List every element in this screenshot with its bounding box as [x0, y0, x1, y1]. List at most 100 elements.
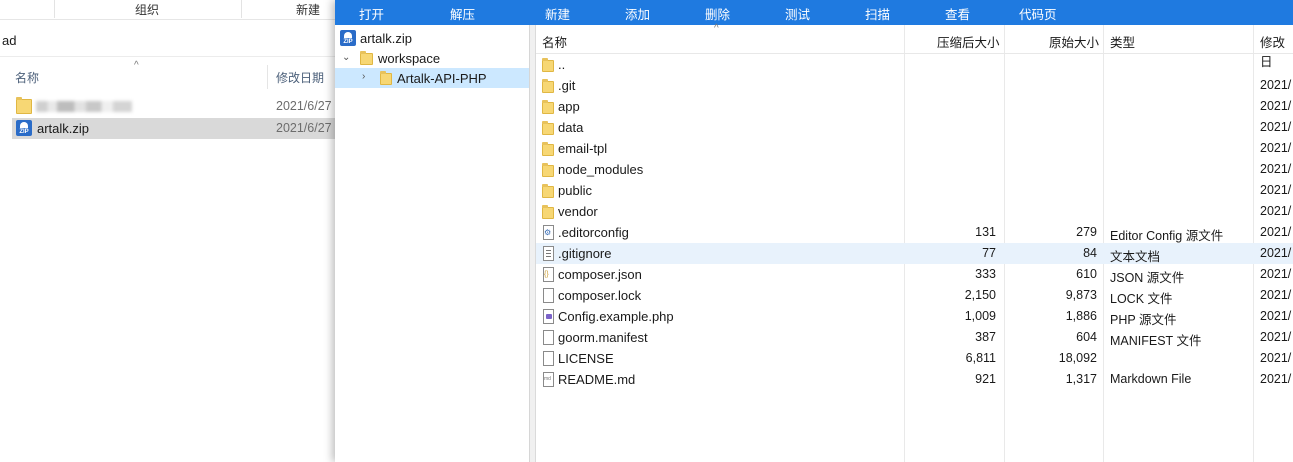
- column-separator[interactable]: [267, 65, 268, 89]
- file-row[interactable]: .gitignore 77 84 文本文档 2021/: [536, 243, 1293, 264]
- original-size: 279: [1076, 225, 1097, 239]
- toolbar-new-button[interactable]: 新建: [545, 4, 570, 23]
- markdown-file-icon: [543, 372, 554, 387]
- explorer-address-bar[interactable]: ad: [0, 20, 335, 57]
- modified-date: 2021/: [1260, 120, 1292, 134]
- file-type: 文本文档: [1110, 250, 1161, 264]
- file-name: email-tpl: [558, 141, 608, 156]
- file-name: .editorconfig: [558, 225, 629, 240]
- file-name: .gitignore: [558, 246, 612, 261]
- column-header-name[interactable]: 名称: [15, 69, 39, 86]
- folder-icon: [16, 97, 32, 114]
- zip-archive-icon: ZIP: [16, 120, 32, 136]
- explorer-column-header: ^ 名称 修改日期: [0, 60, 335, 94]
- toolbar-view-button[interactable]: 查看: [945, 4, 970, 23]
- original-size: 610: [1076, 267, 1097, 281]
- tree-item-label: workspace: [378, 51, 441, 66]
- column-header-original-size[interactable]: 原始大小: [1049, 32, 1099, 51]
- folder-icon: [542, 142, 554, 156]
- file-row[interactable]: .editorconfig 131 279 Editor Config 源文件 2021…: [536, 222, 1293, 243]
- folder-tree: ZIP artalk.zip ⌄ workspace › Artalk-API-…: [335, 25, 530, 462]
- sort-ascending-icon: ^: [134, 60, 139, 71]
- column-header-packed-size[interactable]: 压缩后大小: [937, 32, 1000, 51]
- toolbar-scan-button[interactable]: 扫描: [865, 4, 890, 23]
- tree-item-artalk-api-php[interactable]: › Artalk-API-PHP: [335, 68, 529, 88]
- file-name: vendor: [558, 204, 598, 219]
- file-name: node_modules: [558, 162, 644, 177]
- file-type: JSON 源文件: [1110, 271, 1185, 285]
- folder-icon: [542, 58, 554, 72]
- file-type: Editor Config 源文件: [1110, 229, 1224, 243]
- column-header-name[interactable]: 名称: [542, 32, 567, 51]
- file-row[interactable]: composer.lock 2,150 9,873 LOCK 文件 2021/: [536, 285, 1293, 306]
- file-row[interactable]: vendor 2021/: [536, 201, 1293, 222]
- original-size: 1,317: [1065, 372, 1097, 386]
- explorer-item-artalk-zip[interactable]: ZIP artalk.zip 2021/6/27: [12, 118, 335, 139]
- modified-date: 2021/: [1260, 288, 1292, 302]
- modified-date: 2021/: [1260, 183, 1292, 197]
- file-row[interactable]: node_modules 2021/: [536, 159, 1293, 180]
- blurred-folder-name: [36, 101, 132, 112]
- address-text: ad: [2, 33, 17, 48]
- file-name: composer.json: [558, 267, 642, 282]
- modified-date: 2021/: [1260, 372, 1292, 386]
- toolbar-add-button[interactable]: 添加: [625, 4, 650, 23]
- tree-item-archive-root[interactable]: ZIP artalk.zip: [335, 28, 529, 48]
- file-row[interactable]: app 2021/: [536, 96, 1293, 117]
- php-file-icon: [543, 309, 554, 324]
- packed-size: 921: [975, 372, 996, 386]
- file-list-header: ^ 名称 压缩后大小 原始大小 类型 修改日: [536, 23, 1293, 69]
- file-name: goorm.manifest: [558, 330, 648, 345]
- file-row[interactable]: ..: [536, 54, 1293, 75]
- folder-icon: [542, 184, 554, 198]
- modified-date: 2021/: [1260, 162, 1292, 176]
- text-file-icon: [543, 246, 554, 261]
- folder-icon: [542, 163, 554, 177]
- toolbar-open-button[interactable]: 打开: [359, 4, 384, 23]
- file-name: .git: [558, 78, 576, 93]
- file-row[interactable]: .git 2021/: [536, 75, 1293, 96]
- sort-ascending-icon: ^: [714, 23, 719, 34]
- toolbar-delete-button[interactable]: 删除: [705, 4, 730, 23]
- file-name: composer.lock: [558, 288, 642, 303]
- ribbon-group-new[interactable]: 新建: [296, 1, 320, 18]
- file-row[interactable]: LICENSE 6,811 18,092 2021/: [536, 348, 1293, 369]
- file-row[interactable]: Config.example.php 1,009 1,886 PHP 源文件 2021/: [536, 306, 1293, 327]
- toolbar-extract-button[interactable]: 解压: [450, 4, 475, 23]
- explorer-ribbon: 组织 新建: [0, 0, 335, 20]
- toolbar-codepage-button[interactable]: 代码页: [1019, 4, 1057, 23]
- file-name: data: [558, 120, 584, 135]
- chevron-right-icon[interactable]: ›: [362, 71, 365, 82]
- toolbar-test-button[interactable]: 测试: [785, 4, 810, 23]
- file-row[interactable]: goorm.manifest 387 604 MANIFEST 文件 2021/: [536, 327, 1293, 348]
- file-row[interactable]: composer.json 333 610 JSON 源文件 2021/: [536, 264, 1293, 285]
- modified-date: 2021/: [1260, 204, 1292, 218]
- ribbon-separator: [241, 0, 242, 18]
- tree-item-label: artalk.zip: [360, 31, 413, 46]
- folder-icon: [542, 100, 554, 114]
- column-header-type[interactable]: 类型: [1110, 32, 1135, 51]
- file-type: LOCK 文件: [1110, 292, 1173, 306]
- file-icon: [543, 288, 554, 303]
- explorer-item-folder[interactable]: 2021/6/27: [12, 96, 335, 117]
- tree-item-workspace[interactable]: ⌄ workspace: [335, 48, 529, 68]
- modified-date: 2021/: [1260, 330, 1292, 344]
- chevron-down-icon[interactable]: ⌄: [342, 52, 350, 63]
- file-name: README.md: [558, 372, 636, 387]
- item-name: artalk.zip: [37, 121, 90, 136]
- packed-size: 2,150: [964, 288, 996, 302]
- ribbon-group-organize[interactable]: 组织: [135, 1, 159, 18]
- item-date: 2021/6/27: [276, 99, 332, 113]
- column-header-date[interactable]: 修改日期: [276, 69, 324, 86]
- file-row[interactable]: public 2021/: [536, 180, 1293, 201]
- file-type: PHP 源文件: [1110, 313, 1177, 327]
- original-size: 604: [1076, 330, 1097, 344]
- original-size: 18,092: [1058, 351, 1097, 365]
- file-type: MANIFEST 文件: [1110, 334, 1202, 348]
- config-file-icon: [543, 225, 554, 240]
- file-row[interactable]: README.md 921 1,317 Markdown File 2021/: [536, 369, 1293, 390]
- file-row[interactable]: email-tpl 2021/: [536, 138, 1293, 159]
- file-name: app: [558, 99, 580, 114]
- packed-size: 131: [975, 225, 996, 239]
- file-row[interactable]: data 2021/: [536, 117, 1293, 138]
